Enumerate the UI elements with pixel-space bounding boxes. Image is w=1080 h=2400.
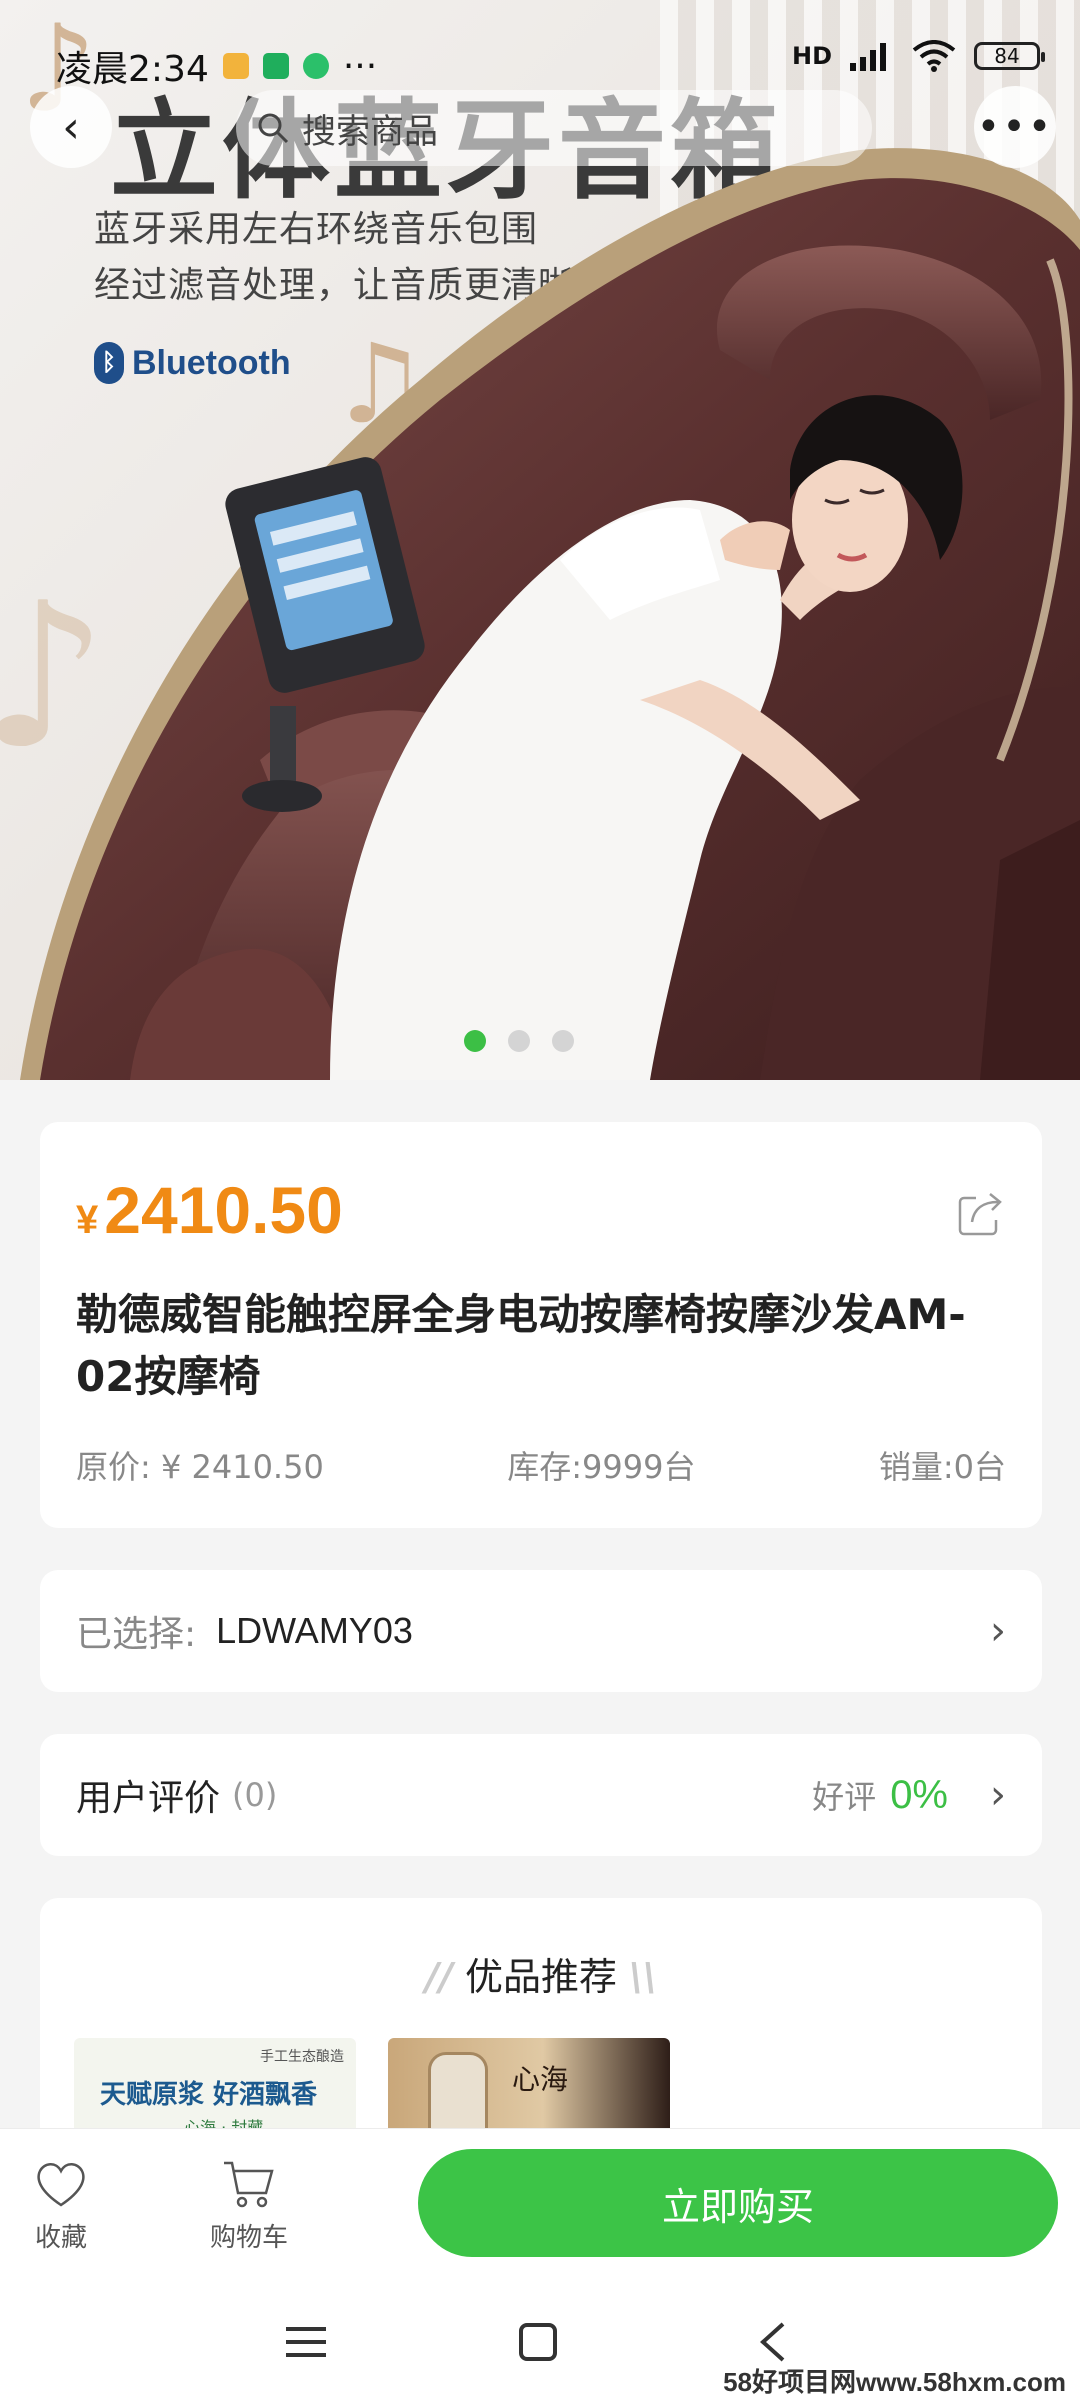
buy-now-label: 立即购买 (661, 2184, 814, 2229)
wifi-icon (912, 40, 956, 72)
signal-icon (850, 43, 886, 71)
good-rate-label: 好评 (812, 1778, 877, 1816)
product-meta: 原价: ¥ 2410.50 库存:9999台 销量:0台 (76, 1442, 1006, 1488)
good-rate: 好评 0% (812, 1772, 948, 1818)
recommendations-title: //优品推荐 \\ (40, 1946, 1042, 2001)
recent-apps-button[interactable] (276, 2312, 336, 2372)
product-price: ¥ 2410.50 (76, 1172, 1006, 1248)
currency-symbol: ¥ (76, 1198, 99, 1242)
rec-2-text: 心海 (512, 2063, 569, 2096)
share-icon[interactable] (956, 1188, 1006, 1238)
home-icon (519, 2323, 557, 2361)
chevron-left-icon: ‹ (62, 101, 80, 153)
reviews-label: 用户评价 (76, 1778, 221, 1819)
favorite-label: 收藏 (34, 2223, 87, 2253)
status-time: 凌晨2:34 (56, 49, 209, 90)
price-value: 2410.50 (104, 1173, 343, 1247)
product-title: 勒德威智能触控屏全身电动按摩椅按摩沙发AM-02按摩椅 (76, 1290, 966, 1401)
sales-count: 销量:0台 (878, 1448, 1006, 1486)
selected-label: 已选择: (76, 1614, 197, 1655)
search-bar[interactable]: 搜索商品 (236, 90, 872, 166)
product-info-card: ¥ 2410.50 勒德威智能触控屏全身电动按摩椅按摩沙发AM-02按摩椅 原价… (40, 1122, 1042, 1528)
reviews-row[interactable]: 用户评价 (0) 好评 0% › (40, 1734, 1042, 1856)
hd-label: HD (791, 42, 832, 70)
back-button[interactable]: ‹ (30, 86, 112, 168)
original-price: 原价: ¥ 2410.50 (76, 1448, 324, 1486)
home-button[interactable] (508, 2312, 568, 2372)
battery-icon: 84 (974, 42, 1045, 70)
status-more-icon: ··· (342, 45, 378, 87)
cart-button[interactable]: 购物车 (210, 2159, 288, 2254)
carousel-indicator (464, 1030, 574, 1052)
recommendations-heading: 优品推荐 (464, 1955, 617, 1999)
rec-1-tag: 手工生态酿造 (260, 2049, 344, 2065)
search-icon (258, 113, 289, 144)
good-rate-value: 0% (890, 1773, 948, 1817)
carousel-dot-active[interactable] (464, 1030, 486, 1052)
chevron-right-icon: › (990, 1772, 1006, 1818)
variant-selector[interactable]: 已选择: LDWAMY03 › (40, 1570, 1042, 1692)
security-icon (302, 53, 329, 79)
bottom-action-bar: 收藏 购物车 立即购买 (0, 2128, 1080, 2272)
heart-icon (37, 2163, 85, 2207)
battery-level: 84 (994, 44, 1020, 68)
reviews-count: (0) (232, 1776, 278, 1814)
stock-count: 库存:9999台 (507, 1448, 696, 1486)
menu-icon (286, 2327, 326, 2357)
cart-icon (224, 2161, 274, 2208)
title-decoration: \\ (629, 1955, 657, 1999)
buy-now-button[interactable]: 立即购买 (418, 2149, 1058, 2257)
favorite-button[interactable]: 收藏 (34, 2159, 88, 2254)
download-icon (262, 53, 289, 79)
cart-label: 购物车 (210, 2223, 289, 2253)
watermark-text: 58好项目网www.58hxm.com (723, 2367, 1066, 2397)
back-arrow-icon (760, 2322, 785, 2362)
search-placeholder: 搜索商品 (302, 111, 438, 152)
title-decoration: // (425, 1955, 453, 1999)
carousel-dot[interactable] (508, 1030, 530, 1052)
more-options-button[interactable]: ••• (974, 86, 1056, 168)
chevron-right-icon: › (990, 1608, 1006, 1654)
selected-value: LDWAMY03 (216, 1610, 413, 1651)
notification-icon (222, 53, 249, 79)
carousel-dot[interactable] (552, 1030, 574, 1052)
more-dots-icon: ••• (976, 104, 1054, 150)
recommendations-section: //优品推荐\\ 手工生态酿造 天赋原浆 好酒飘香 心海 · 封藏 心海 (40, 1898, 1042, 2158)
rec-1-text: 天赋原浆 好酒飘香 (100, 2080, 318, 2110)
